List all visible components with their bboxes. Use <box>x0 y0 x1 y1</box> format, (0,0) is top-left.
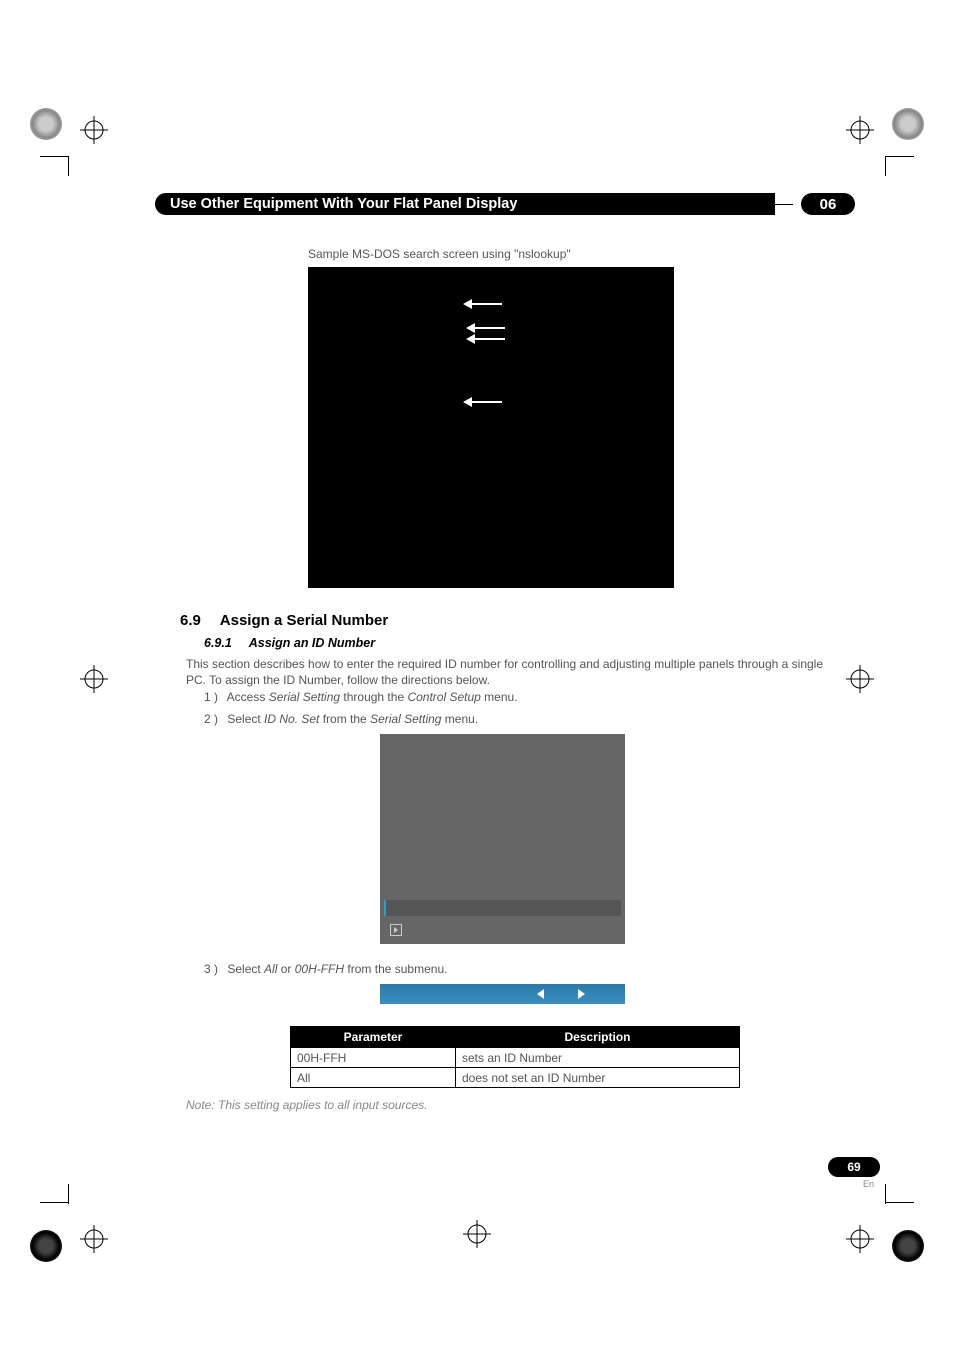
step-text-italic: Serial Setting <box>370 712 441 726</box>
table-row: 00H-FFH sets an ID Number <box>291 1048 740 1068</box>
section-title: Assign a Serial Number <box>220 612 388 629</box>
step-1: 1 ) Access Serial Setting through the Co… <box>204 690 845 704</box>
step-text-italic: ID No. Set <box>264 712 323 726</box>
triangle-left-icon <box>537 989 544 999</box>
page-content: Sample MS-DOS search screen using "nsloo… <box>180 247 845 1112</box>
submenu-bar-screenshot <box>380 984 625 1004</box>
chapter-title: Use Other Equipment With Your Flat Panel… <box>155 193 775 215</box>
triangle-right-icon <box>578 989 585 999</box>
section-number: 6.9 <box>180 612 201 629</box>
step-number: 2 ) <box>204 712 224 726</box>
step-text-italic: All <box>264 962 277 976</box>
parameter-table: Parameter Description 00H-FFH sets an ID… <box>290 1026 740 1088</box>
chapter-header: Use Other Equipment With Your Flat Panel… <box>155 193 855 215</box>
arrow-indicator <box>466 334 505 344</box>
step-number: 3 ) <box>204 962 224 976</box>
header-connector <box>775 204 793 205</box>
table-header-parameter: Parameter <box>291 1027 456 1048</box>
step-2: 2 ) Select ID No. Set from the Serial Se… <box>204 712 845 726</box>
msdos-screenshot <box>308 267 674 588</box>
step-text: menu. <box>441 712 478 726</box>
step-number: 1 ) <box>204 690 224 704</box>
step-text: from the submenu. <box>344 962 447 976</box>
intro-paragraph: This section describes how to enter the … <box>186 656 845 688</box>
subsection-title: Assign an ID Number <box>249 636 375 650</box>
arrow-indicator <box>463 299 502 309</box>
figure-caption: Sample MS-DOS search screen using "nsloo… <box>308 247 845 261</box>
arrow-indicator <box>463 397 502 407</box>
menu-icon <box>390 924 402 936</box>
step-text-italic: 00H-FFH <box>295 962 344 976</box>
step-text: Access <box>227 690 269 704</box>
subsection-number: 6.9.1 <box>204 636 232 650</box>
page-number-badge: 69 <box>828 1157 880 1177</box>
step-text: Select <box>227 712 264 726</box>
table-row: All does not set an ID Number <box>291 1068 740 1088</box>
step-text: Select <box>227 962 264 976</box>
table-cell: sets an ID Number <box>456 1048 740 1068</box>
chapter-number-badge: 06 <box>801 193 855 215</box>
step-text: from the <box>323 712 370 726</box>
step-text: through the <box>340 690 407 704</box>
arrow-indicator <box>466 323 505 333</box>
note-text: Note: This setting applies to all input … <box>186 1098 845 1112</box>
table-cell: 00H-FFH <box>291 1048 456 1068</box>
table-cell: All <box>291 1068 456 1088</box>
table-header-description: Description <box>456 1027 740 1048</box>
step-text: or <box>277 962 294 976</box>
menu-highlight <box>384 900 621 916</box>
serial-setting-menu-screenshot <box>380 734 625 944</box>
table-cell: does not set an ID Number <box>456 1068 740 1088</box>
step-3: 3 ) Select All or 00H-FFH from the subme… <box>204 962 845 976</box>
step-text: menu. <box>481 690 518 704</box>
step-text-italic: Serial Setting <box>269 690 340 704</box>
step-text-italic: Control Setup <box>407 690 480 704</box>
page-language: En <box>863 1179 874 1189</box>
